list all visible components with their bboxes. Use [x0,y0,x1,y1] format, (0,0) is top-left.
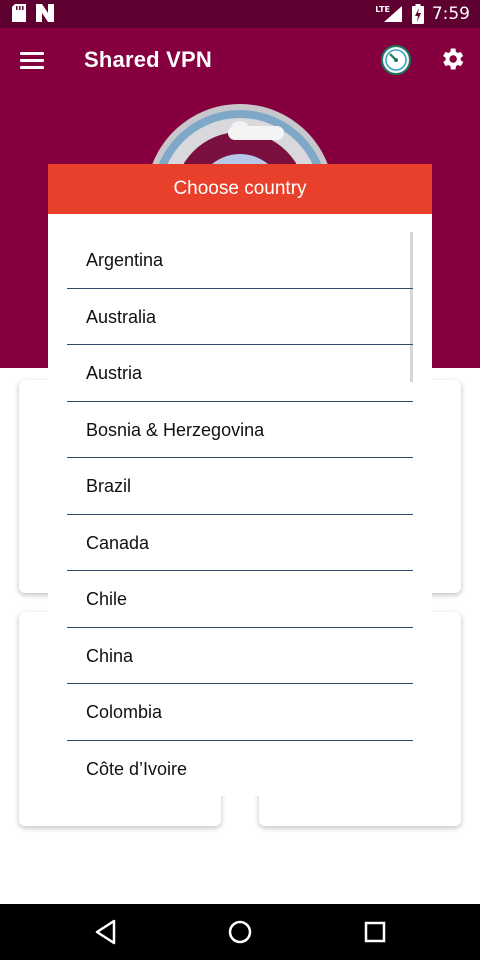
notification-n-icon [36,4,54,22]
country-item-bosnia-herzegovina[interactable]: Bosnia & Herzegovina [67,402,413,458]
country-item-brazil[interactable]: Brazil [67,458,413,515]
status-bar: LTE 7:59 [0,0,480,28]
speed-test-icon[interactable] [380,44,412,76]
status-time: 7:59 [431,4,470,24]
battery-charging-icon [411,4,424,24]
dialog-title: Choose country [48,164,432,214]
system-navigation-bar [0,904,480,960]
home-icon[interactable] [224,916,256,948]
country-item-chile[interactable]: Chile [67,571,413,628]
country-item-canada[interactable]: Canada [67,515,413,571]
back-icon[interactable] [90,916,122,948]
country-item-austria[interactable]: Austria [67,345,413,402]
country-item-australia[interactable]: Australia [67,289,413,345]
recents-icon[interactable] [359,916,391,948]
country-item-colombia[interactable]: Colombia [67,684,413,741]
menu-icon[interactable] [20,49,46,71]
country-list: Argentina Australia Austria Bosnia & Her… [67,232,413,796]
app-title: Shared VPN [84,47,212,72]
country-item-china[interactable]: China [67,628,413,684]
app-bar: Shared VPN [0,28,480,94]
gear-icon[interactable] [438,45,466,73]
sd-card-icon [12,4,26,22]
network-type: LTE [375,5,390,14]
country-item-argentina[interactable]: Argentina [67,232,413,289]
country-picker-dialog: Argentina Australia Austria Bosnia & Her… [48,214,432,796]
country-item-cote-divoire[interactable]: Côte d’Ivoire [67,741,413,797]
